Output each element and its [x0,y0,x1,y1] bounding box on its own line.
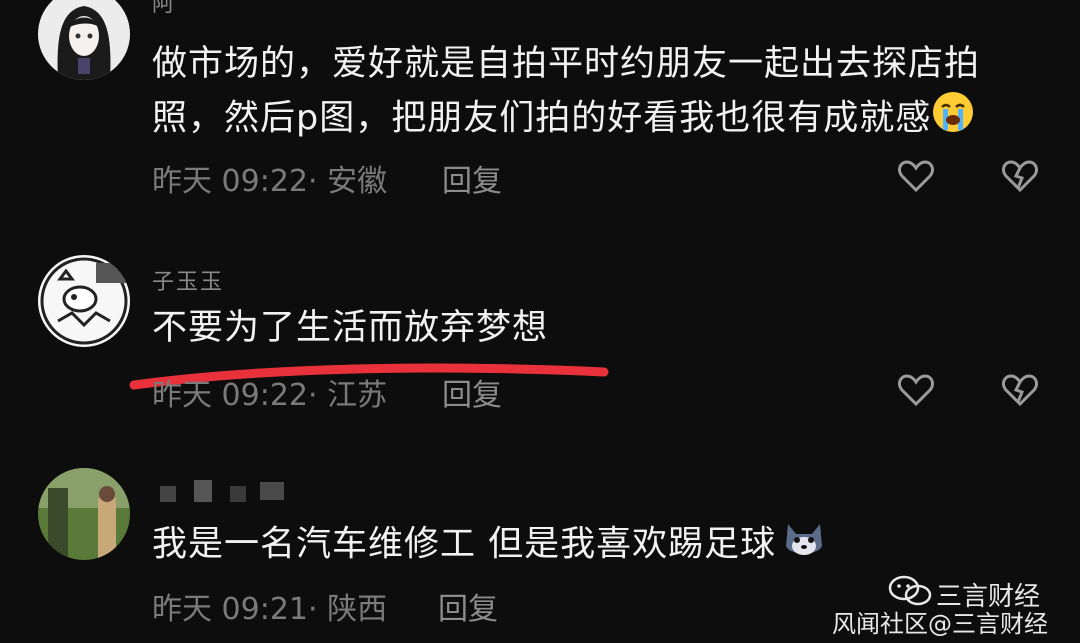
comment-location: · 安徽 [308,164,388,199]
crying-face-emoji [931,90,975,149]
user-avatar[interactable] [38,255,130,347]
dislike-broken-heart-icon[interactable] [1000,156,1040,196]
user-avatar[interactable] [38,468,130,560]
user-avatar[interactable] [38,0,130,80]
reply-button[interactable]: 回复 [442,370,502,414]
comment-meta: 昨天 09:21· 陕西 [152,584,387,628]
username[interactable]: 阿 [152,0,176,18]
comment-text-line: 我是一名汽车维修工 但是我喜欢踢足球 [152,524,777,565]
dislike-broken-heart-icon[interactable] [1000,370,1040,410]
like-heart-icon[interactable] [896,156,936,196]
comment-location: · 江苏 [308,378,388,413]
reply-button[interactable]: 回复 [438,584,498,628]
comment-time: 昨天 09:22 [152,164,308,199]
comment-time: 昨天 09:22 [152,378,308,413]
watermark-source: 风闻社区@三言财经 [832,610,1048,638]
comment-text-line: 做市场的，爱好就是自拍平时约朋友一起出去探店拍 [152,44,981,84]
comment-location: · 陕西 [308,592,388,627]
like-heart-icon[interactable] [896,370,936,410]
wolf-face-emoji [782,516,826,575]
comment-meta: 昨天 09:22· 江苏 [152,370,387,414]
username[interactable]: 子玉玉 [152,264,224,296]
comment-text: 不要为了生活而放弃梦想 [152,308,549,348]
comment-text: 做市场的，爱好就是自拍平时约朋友一起出去探店拍 照，然后p图，把朋友们拍的好看我… [152,38,1032,149]
comment-text: 我是一名汽车维修工 但是我喜欢踢足球 [152,516,1032,575]
comment-text-line-2: 照，然后p图，把朋友们拍的好看我也很有成就感 [152,98,932,139]
comment-screen: { "comments": [ { "name": "阿", "text_lin… [0,0,1080,643]
reply-button[interactable]: 回复 [442,156,502,200]
comment-text-line: 照，然后p图，把朋友们拍的好看我也很有成就感 [152,90,1032,149]
comment-time: 昨天 09:21 [152,592,308,627]
comment-meta: 昨天 09:22· 安徽 [152,156,387,200]
username-mosaic [160,478,300,504]
